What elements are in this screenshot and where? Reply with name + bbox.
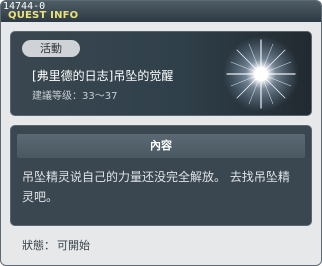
event-badge: 活動 — [22, 40, 80, 57]
quest-recommended-level: 建議等级：33～37 — [32, 91, 118, 102]
quest-card: 活動 [弗里德的日志]吊坠的觉醒 建議等级：33～37 — [10, 31, 312, 116]
window-titlebar[interactable]: 14744-0 QUEST INFO — [1, 1, 321, 22]
description-line-1: 吊坠精灵说自己的力量还没完全解放。 去找吊坠精 — [22, 170, 290, 184]
quest-description: 吊坠精灵说自己的力量还没完全解放。 去找吊坠精 灵吧。 — [22, 167, 302, 207]
quest-info-window: 14744-0 QUEST INFO 活動 [弗里德的日志]吊坠的觉醒 建議等级… — [0, 0, 322, 266]
window-title: QUEST INFO — [8, 10, 79, 21]
status-value: 可開始 — [57, 239, 90, 252]
quest-description-panel: 內容 吊坠精灵说自己的力量还没完全解放。 去找吊坠精 灵吧。 — [10, 125, 312, 226]
description-header: 內容 — [17, 134, 305, 158]
description-line-2: 灵吧。 — [22, 190, 59, 204]
quest-title: [弗里德的日志]吊坠的觉醒 — [32, 69, 174, 83]
sparkle-glow-icon — [223, 36, 299, 112]
status-label: 狀態： — [22, 239, 55, 252]
